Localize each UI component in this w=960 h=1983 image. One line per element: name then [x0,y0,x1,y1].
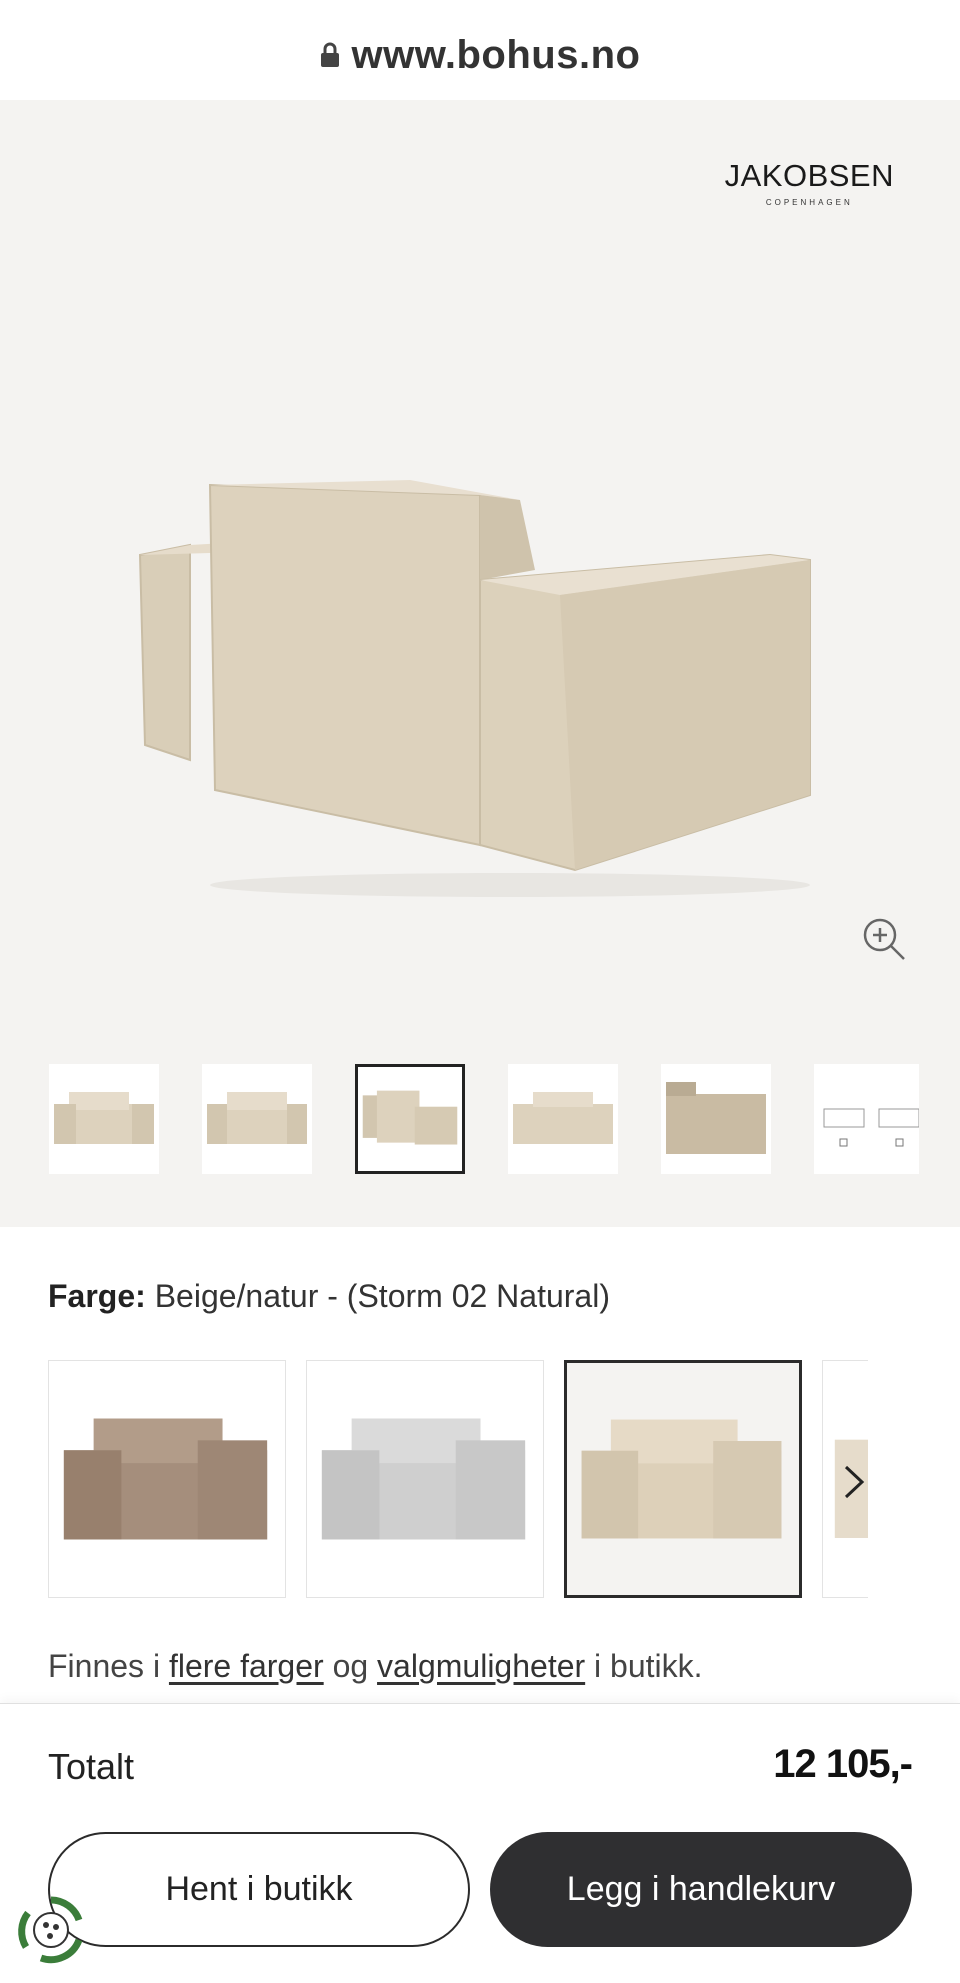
pickup-in-store-button[interactable]: Hent i butikk [48,1832,470,1947]
color-swatch-brown[interactable] [48,1360,286,1598]
total-price: 12 105,- [773,1742,913,1786]
color-swatch-grey[interactable] [306,1360,544,1598]
gallery-thumbnail[interactable] [814,1064,919,1174]
color-value: Beige/natur - (Storm 02 Natural) [154,1278,610,1314]
availability-text: Finnes i flere farger og valgmuligheter … [48,1648,703,1685]
browser-url: www.bohus.no [351,32,641,77]
brand-name: JAKOBSEN [724,158,894,193]
availability-middle: og [332,1648,369,1684]
gallery-thumbnail[interactable] [661,1064,771,1174]
add-to-cart-button[interactable]: Legg i handlekurv [490,1832,912,1947]
product-gallery: JAKOBSEN COPENHAGEN [0,100,960,1227]
gallery-thumbnails [49,1064,919,1176]
eco-badge-icon[interactable] [16,1895,86,1965]
main-product-image[interactable] [120,355,840,915]
purchase-bar: Totalt 12 105,- Hent i butikk Legg i han… [0,1703,960,1983]
options-link[interactable]: valgmuligheter [377,1648,585,1684]
gallery-thumbnail[interactable] [49,1064,159,1174]
gallery-thumbnail[interactable] [202,1064,312,1174]
availability-suffix: i butikk. [594,1648,703,1684]
availability-prefix: Finnes i [48,1648,161,1684]
color-label: Farge: [48,1278,146,1314]
brand-logo: JAKOBSEN COPENHAGEN [725,158,894,207]
zoom-in-icon[interactable] [860,915,908,963]
gallery-thumbnail[interactable] [508,1064,618,1174]
color-selection: Farge: Beige/natur - (Storm 02 Natural) [48,1278,610,1315]
gallery-thumbnail-selected[interactable] [355,1064,465,1174]
total-label: Totalt [48,1746,135,1787]
color-swatches [48,1360,868,1600]
browser-url-bar[interactable]: www.bohus.no [0,0,960,100]
lock-icon [320,42,340,68]
color-swatch-beige-selected[interactable] [564,1360,802,1598]
brand-sub: COPENHAGEN [765,198,853,207]
chevron-right-icon[interactable] [836,1462,872,1502]
more-colors-link[interactable]: flere farger [169,1648,324,1684]
